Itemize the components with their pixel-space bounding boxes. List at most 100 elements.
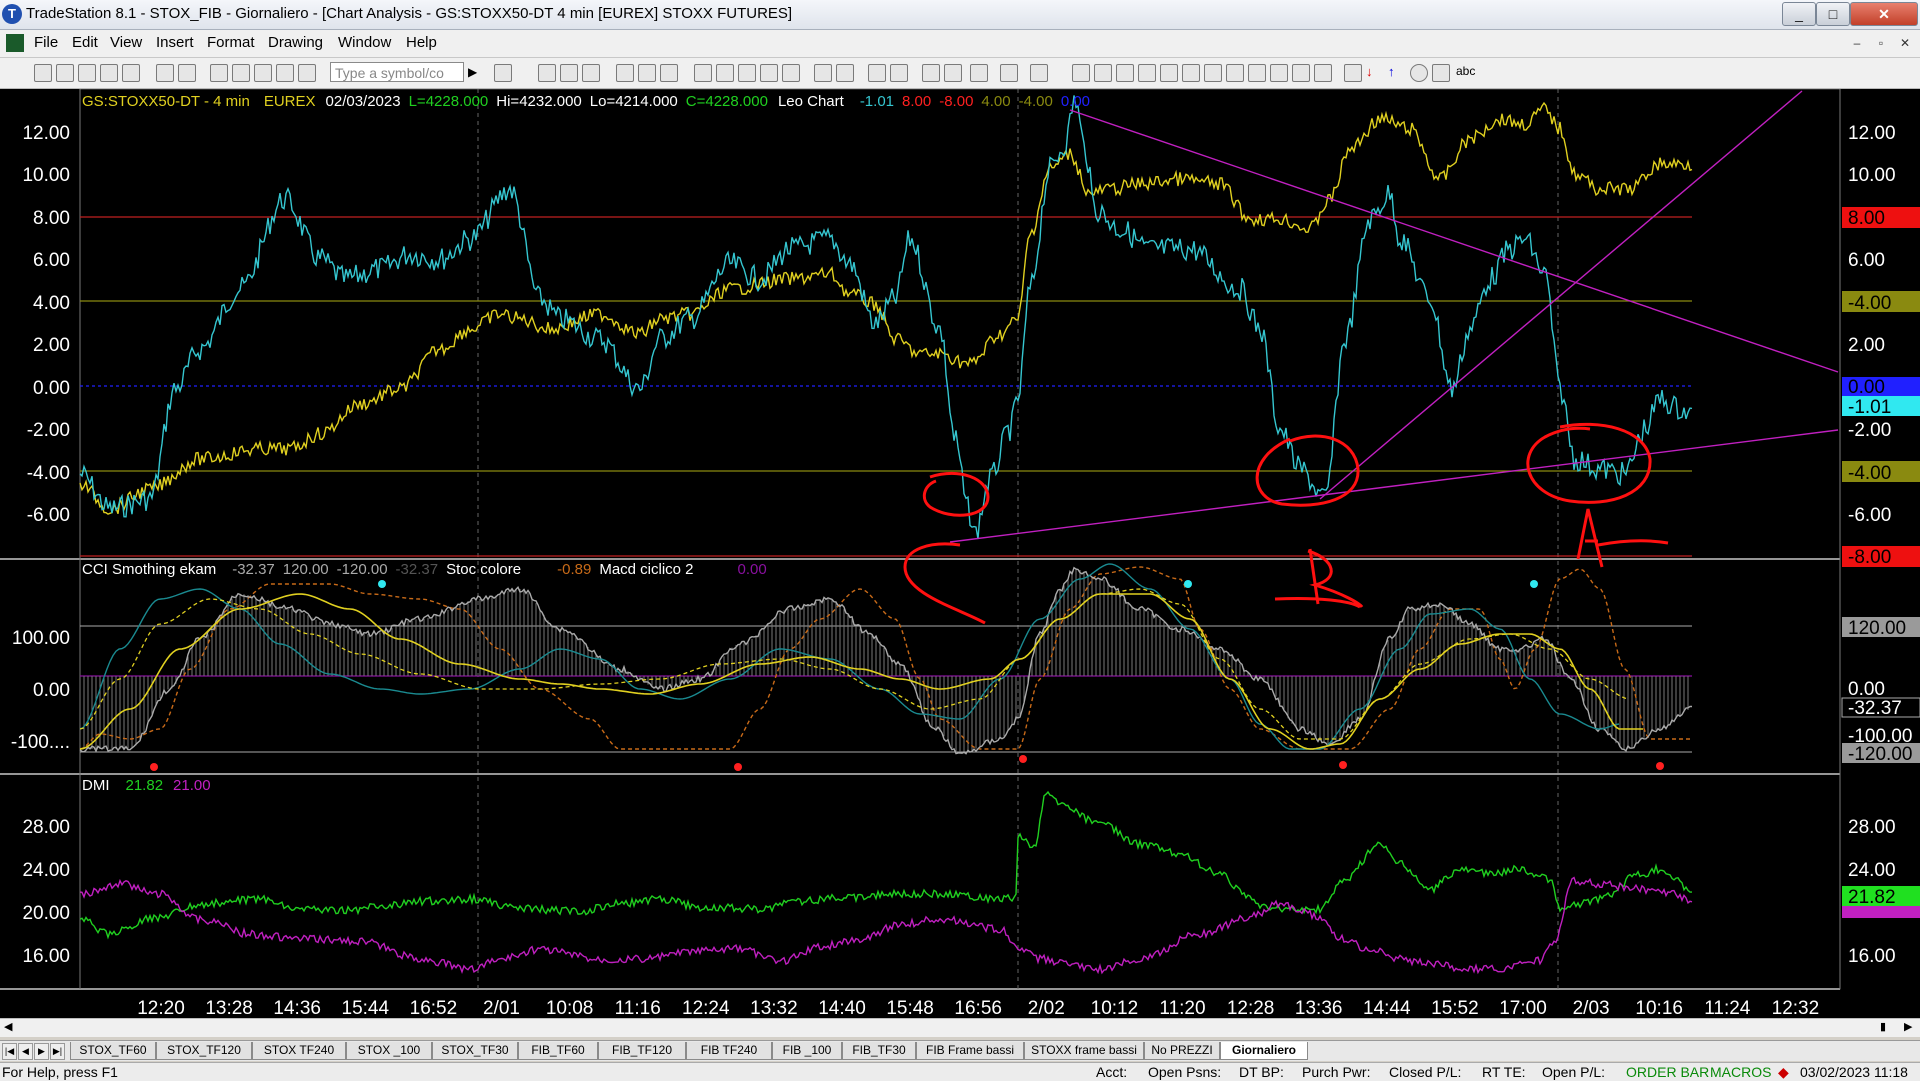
format-icon[interactable] bbox=[232, 64, 250, 82]
arc-icon[interactable] bbox=[1292, 64, 1310, 82]
candle-icon[interactable] bbox=[760, 64, 778, 82]
tools-icon[interactable] bbox=[970, 64, 988, 82]
speedline-icon[interactable] bbox=[1160, 64, 1178, 82]
trendline-icon[interactable] bbox=[1072, 64, 1090, 82]
tab-no-prezzi[interactable]: No PREZZI bbox=[1144, 1042, 1220, 1060]
strategy-icon[interactable] bbox=[694, 64, 712, 82]
tab-fib-tf30[interactable]: FIB_TF30 bbox=[842, 1042, 916, 1060]
ellipse-icon[interactable] bbox=[1410, 64, 1428, 82]
red-marker bbox=[1019, 755, 1027, 763]
pointer-icon[interactable] bbox=[922, 64, 940, 82]
mdi-minimize-button[interactable]: – bbox=[1846, 33, 1868, 53]
text-tool-icon[interactable]: abc bbox=[1456, 64, 1475, 78]
mdi-close-button[interactable]: ✕ bbox=[1894, 33, 1916, 53]
tab-stox-tf240[interactable]: STOX TF240 bbox=[252, 1042, 346, 1060]
arrow-up-icon[interactable]: ↑ bbox=[1388, 64, 1404, 80]
vertical-lines-icon[interactable] bbox=[1094, 64, 1112, 82]
print-preview-icon[interactable] bbox=[178, 64, 196, 82]
close-button[interactable]: ✕ bbox=[1850, 2, 1918, 26]
zoom-in-icon[interactable] bbox=[868, 64, 886, 82]
tab-stox-100[interactable]: STOX _100 bbox=[346, 1042, 432, 1060]
tab-fib-frame-bassi[interactable]: FIB Frame bassi bbox=[916, 1042, 1024, 1060]
lock-icon[interactable] bbox=[254, 64, 272, 82]
data-window-icon[interactable] bbox=[1000, 64, 1018, 82]
curve-icon[interactable] bbox=[1344, 64, 1362, 82]
drawing-tool-icon[interactable] bbox=[276, 64, 294, 82]
go-arrow-icon[interactable]: ▶ bbox=[468, 64, 484, 80]
tab-prev-icon[interactable]: ◀ bbox=[18, 1043, 33, 1060]
tab-stox-tf120[interactable]: STOX_TF120 bbox=[156, 1042, 252, 1060]
find-icon[interactable] bbox=[494, 64, 512, 82]
cycle-icon[interactable] bbox=[1248, 64, 1266, 82]
chart-horizontal-scrollbar[interactable]: ◀ ▮ ▶ bbox=[0, 1018, 1920, 1037]
workspace-tabs: |◀ ◀ ▶ ▶| STOX_TF60 STOX_TF120 STOX TF24… bbox=[0, 1040, 1920, 1061]
open-icon[interactable] bbox=[56, 64, 74, 82]
chart-analysis-window[interactable]: GS:STOXX50-DT - 4 min EUREX 02/03/2023 L=42… bbox=[0, 89, 1920, 1035]
link-icon[interactable] bbox=[616, 64, 634, 82]
maximize-button[interactable]: □ bbox=[1816, 2, 1850, 26]
tab-stox-tf30[interactable]: STOX_TF30 bbox=[432, 1042, 518, 1060]
tab-giornaliero[interactable]: Giornaliero bbox=[1220, 1042, 1308, 1060]
menu-help[interactable]: Help bbox=[406, 34, 437, 51]
menu-window[interactable]: Window bbox=[338, 34, 391, 51]
alert-icon[interactable]: ◆ bbox=[1778, 1064, 1789, 1081]
menu-drawing[interactable]: Drawing bbox=[268, 34, 323, 51]
tab-stoxx-frame-bassi[interactable]: STOXX frame bassi bbox=[1024, 1042, 1144, 1060]
red-marker bbox=[150, 763, 158, 771]
horizontal-lines-icon[interactable] bbox=[1116, 64, 1134, 82]
chart-icon[interactable] bbox=[716, 64, 734, 82]
symbol-input[interactable]: Type a symbol/co bbox=[330, 62, 464, 82]
tab-next-icon[interactable]: ▶ bbox=[34, 1043, 49, 1060]
rectangle-icon[interactable] bbox=[1432, 64, 1450, 82]
macros-button[interactable]: MACROS bbox=[1710, 1064, 1771, 1080]
chart-window-icon[interactable] bbox=[6, 34, 24, 52]
scan-icon[interactable] bbox=[638, 64, 656, 82]
tab-fib-100[interactable]: FIB _100 bbox=[772, 1042, 842, 1060]
menu-edit[interactable]: Edit bbox=[72, 34, 98, 51]
scroll-thumb-icon[interactable]: ▮ bbox=[1880, 1020, 1886, 1033]
menu-file[interactable]: File bbox=[34, 34, 58, 51]
arrow-down-icon[interactable]: ↓ bbox=[1366, 64, 1382, 80]
minimize-button[interactable]: _ bbox=[1782, 2, 1816, 26]
pen-icon[interactable] bbox=[1314, 64, 1332, 82]
indicator-icon[interactable] bbox=[782, 64, 800, 82]
andrews-icon[interactable] bbox=[1226, 64, 1244, 82]
order-bar-button[interactable]: ORDER BAR bbox=[1626, 1064, 1709, 1080]
scroll-left-arrow-icon[interactable]: ◀ bbox=[4, 1020, 12, 1033]
scroll-left-icon[interactable] bbox=[814, 64, 832, 82]
scroll-right-arrow-icon[interactable]: ▶ bbox=[1904, 1020, 1912, 1033]
tab-first-icon[interactable]: |◀ bbox=[2, 1043, 17, 1060]
hand-icon[interactable] bbox=[1030, 64, 1048, 82]
tab-fib-tf120[interactable]: FIB_TF120 bbox=[598, 1042, 686, 1060]
tab-last-icon[interactable]: ▶| bbox=[50, 1043, 65, 1060]
app-icon[interactable]: T bbox=[2, 4, 22, 24]
regression-icon[interactable] bbox=[1270, 64, 1288, 82]
window-icon[interactable] bbox=[210, 64, 228, 82]
window-tile-icon[interactable] bbox=[660, 64, 678, 82]
tab-stox-tf60[interactable]: STOX_TF60 bbox=[70, 1042, 156, 1060]
scroll-right-icon[interactable] bbox=[836, 64, 854, 82]
workspace-icon[interactable] bbox=[122, 64, 140, 82]
tab-fib-tf60[interactable]: FIB_TF60 bbox=[518, 1042, 598, 1060]
tab-fib-tf240[interactable]: FIB TF240 bbox=[686, 1042, 772, 1060]
gann-icon[interactable] bbox=[1182, 64, 1200, 82]
menu-view[interactable]: View bbox=[110, 34, 142, 51]
grid-icon[interactable] bbox=[538, 64, 556, 82]
menu-format[interactable]: Format bbox=[207, 34, 255, 51]
chart-canvas[interactable]: GS:STOXX50-DT - 4 min EUREX 02/03/2023 L=42… bbox=[0, 89, 1920, 1035]
globe-icon[interactable] bbox=[298, 64, 316, 82]
bar-chart-icon[interactable] bbox=[738, 64, 756, 82]
fib-icon[interactable] bbox=[1138, 64, 1156, 82]
p2-right-label: 0.00 bbox=[1848, 679, 1885, 700]
list-icon[interactable] bbox=[560, 64, 578, 82]
channel-icon[interactable] bbox=[1204, 64, 1222, 82]
zoom-out-icon[interactable] bbox=[890, 64, 908, 82]
new-icon[interactable] bbox=[34, 64, 52, 82]
crosshair-icon[interactable] bbox=[944, 64, 962, 82]
print-icon[interactable] bbox=[156, 64, 174, 82]
copy-icon[interactable] bbox=[100, 64, 118, 82]
menu-insert[interactable]: Insert bbox=[156, 34, 194, 51]
save-icon[interactable] bbox=[78, 64, 96, 82]
table-icon[interactable] bbox=[582, 64, 600, 82]
mdi-restore-button[interactable]: ▫ bbox=[1870, 33, 1892, 53]
